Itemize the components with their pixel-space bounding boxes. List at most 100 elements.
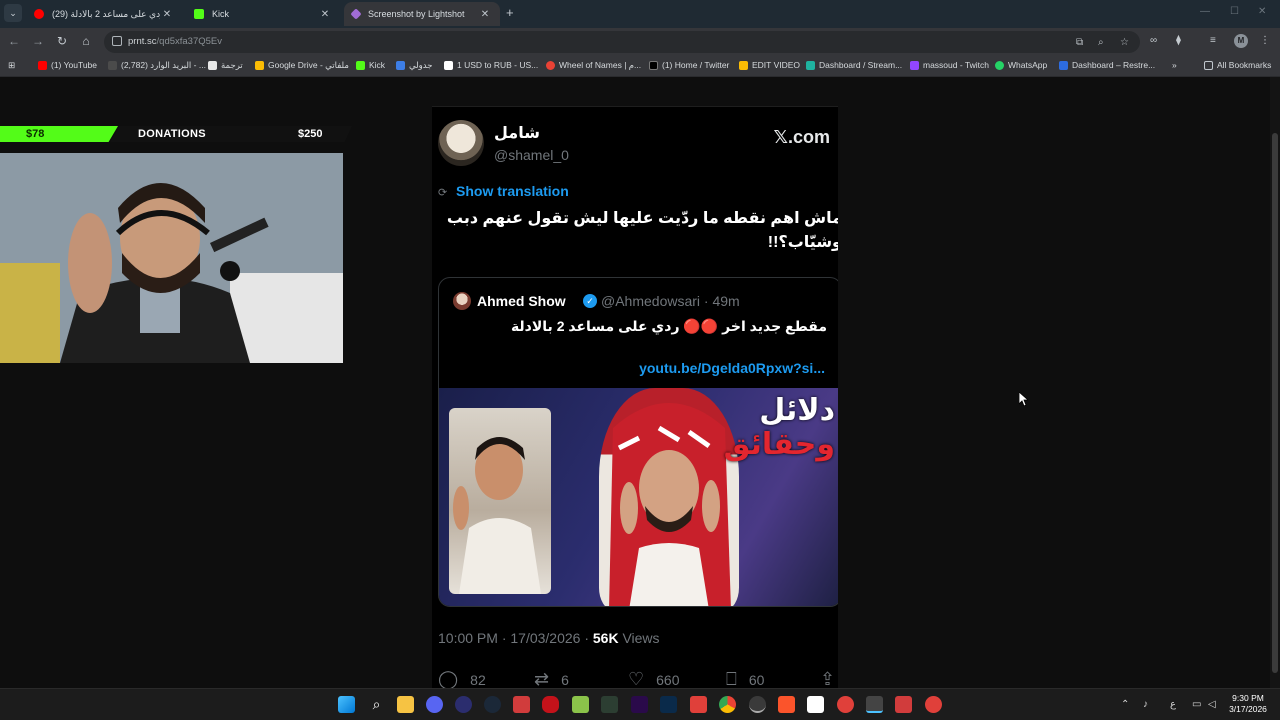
bookmark-schedule[interactable]: جدولي [396, 60, 433, 71]
reply-count: ◯ 82 [438, 669, 486, 688]
close-tab-icon[interactable]: ✕ [160, 9, 174, 20]
bookmark-translate[interactable]: ترجمة [208, 60, 243, 71]
bookmark-whatsapp[interactable]: WhatsApp [995, 60, 1047, 70]
tab-kick[interactable]: Kick ✕ [186, 2, 340, 26]
bookmark-dashboard-stream[interactable]: Dashboard / Stream... [806, 60, 902, 70]
forward-icon[interactable]: → [30, 34, 46, 48]
tab-search-button[interactable]: ⌄ [4, 4, 22, 22]
new-tab-button[interactable]: + [506, 6, 514, 20]
tab-youtube[interactable]: (29) ردي على مساعد 2 بالادلة - ... ✕ [26, 2, 182, 26]
microphone-icon[interactable]: ♪ [1143, 699, 1148, 710]
chrome-profile-icon[interactable] [749, 696, 766, 713]
kick-icon [194, 9, 204, 19]
avatar [453, 292, 471, 310]
tweet-meta: 10:00 PM · 17/03/2026 · 56K Views [438, 630, 660, 646]
clock-date: 3/17/2026 [1229, 704, 1267, 714]
app-icon[interactable] [513, 696, 530, 713]
streamer-webcam [0, 153, 343, 363]
app-icon[interactable] [837, 696, 854, 713]
extensions-icon[interactable]: ⧫ [1176, 35, 1181, 46]
scrollbar-thumb[interactable] [1272, 133, 1278, 673]
currency-icon [444, 60, 453, 70]
bookmark-twitch[interactable]: massoud - Twitch [910, 60, 989, 70]
webcam-image [0, 153, 343, 363]
profile-avatar[interactable]: M [1234, 34, 1248, 48]
quoted-tweet: Ahmed Show ✓ @Ahmedowsari · 49m مقطع جدي… [438, 277, 838, 607]
media-player-icon[interactable] [455, 696, 472, 713]
browser-toolbar: ← → ↻ ⌂ prnt.sc/qd5xfa37Q5Ev ⧉ ⌕ ☆ ∞ ⧫ ≡… [0, 28, 1280, 56]
whatsapp-icon [995, 60, 1004, 70]
install-app-icon[interactable]: ⧉ [1076, 37, 1083, 48]
media-control-icon[interactable]: ≡ [1210, 35, 1216, 46]
clock-time: 9:30 PM [1232, 693, 1264, 703]
address-bar[interactable]: prnt.sc/qd5xfa37Q5Ev ⧉ ⌕ ☆ [104, 31, 1140, 53]
tweet-text: ماش اهم نقطه ما ردّيت عليها ليش تقول عنه… [446, 210, 838, 251]
app-icon[interactable] [542, 696, 559, 713]
input-language[interactable]: ع [1170, 699, 1176, 710]
search-icon[interactable]: ⌕ [368, 696, 385, 713]
restream-icon [1059, 60, 1068, 70]
page-scrollbar[interactable] [1270, 77, 1280, 688]
bookmark-restream[interactable]: Dashboard – Restre... [1059, 60, 1155, 70]
thumbnail-inset-person [449, 408, 551, 594]
discord-icon[interactable] [426, 696, 443, 713]
twitch-icon [910, 60, 919, 70]
brave-icon[interactable] [778, 696, 795, 713]
bookmark-usd-rub[interactable]: 1 USD to RUB - US... [444, 60, 538, 70]
photoshop-icon[interactable] [660, 696, 677, 713]
bookmark-star-icon[interactable]: ☆ [1120, 37, 1129, 48]
app-icon[interactable] [690, 696, 707, 713]
volume-icon[interactable]: ◁ [1208, 699, 1216, 710]
bookmark-twitter[interactable]: (1) Home / Twitter [649, 60, 729, 70]
menu-icon[interactable]: ⋮ [1260, 35, 1270, 46]
app-icon[interactable] [866, 696, 883, 713]
donation-progress-fill [0, 126, 118, 142]
premiere-icon[interactable] [631, 696, 648, 713]
heart-icon: ♡ [628, 669, 645, 688]
close-window-icon[interactable]: ✕ [1258, 6, 1266, 17]
reload-icon[interactable]: ↻ [54, 34, 70, 48]
screenshot-image: شامل @shamel_0 𝕏.com ⟳ Show translation … [432, 106, 838, 688]
maximize-icon[interactable]: ☐ [1230, 6, 1239, 17]
thumbnail-title: دلائل وحقائق [723, 393, 835, 462]
translate-icon: ⟳ [438, 187, 448, 199]
bookmark-mail[interactable]: (2,782) البريد الوارد - ... [108, 60, 206, 71]
bookmark-wheel-of-names[interactable]: Wheel of Names | م... [546, 60, 641, 71]
app-icon[interactable] [807, 696, 824, 713]
steam-icon[interactable] [484, 696, 501, 713]
app-icon[interactable] [925, 696, 942, 713]
file-explorer-icon[interactable] [397, 696, 414, 713]
close-tab-icon[interactable]: ✕ [318, 9, 332, 20]
app-icon[interactable] [601, 696, 618, 713]
site-info-icon[interactable] [112, 36, 122, 46]
close-tab-icon[interactable]: ✕ [478, 9, 492, 20]
bookmark-youtube[interactable]: (1) YouTube [38, 60, 97, 70]
tab-lightshot[interactable]: Screenshot by Lightshot ✕ [344, 2, 500, 26]
folder-icon [739, 60, 748, 70]
bookmark-kick[interactable]: Kick [356, 60, 385, 70]
zoom-icon[interactable]: ⌕ [1098, 37, 1104, 48]
apps-icon[interactable]: ⊞ [8, 60, 15, 71]
quoted-author-handle: @Ahmedowsari · 49m [601, 293, 740, 309]
kick-icon [356, 60, 365, 70]
start-icon[interactable] [338, 696, 355, 713]
translate-icon [208, 61, 217, 70]
network-icon[interactable]: ▭ [1192, 699, 1201, 710]
extension-glasses-icon[interactable]: ∞ [1150, 35, 1157, 46]
taskbar-clock[interactable]: 9:30 PM 3/17/2026 [1222, 693, 1274, 715]
app-icon[interactable] [572, 696, 589, 713]
bookmark-edit-video[interactable]: EDIT VIDEO [739, 60, 800, 70]
back-icon[interactable]: ← [6, 34, 22, 48]
repost-icon: ⇄ [534, 669, 550, 688]
home-icon[interactable]: ⌂ [78, 34, 94, 48]
chrome-icon[interactable] [719, 696, 736, 713]
all-bookmarks[interactable]: All Bookmarks [1204, 60, 1271, 70]
inset-person-image [453, 437, 541, 594]
tray-overflow-icon[interactable]: ⌃ [1121, 699, 1129, 710]
bookmark-google-drive[interactable]: Google Drive - ملفاتي [255, 60, 349, 71]
more-bookmarks-icon[interactable]: » [1172, 60, 1177, 70]
app-icon[interactable] [895, 696, 912, 713]
tweet-views-label: Views [618, 630, 660, 646]
minimize-icon[interactable]: — [1200, 6, 1210, 17]
quoted-author-name: Ahmed Show [477, 293, 566, 309]
